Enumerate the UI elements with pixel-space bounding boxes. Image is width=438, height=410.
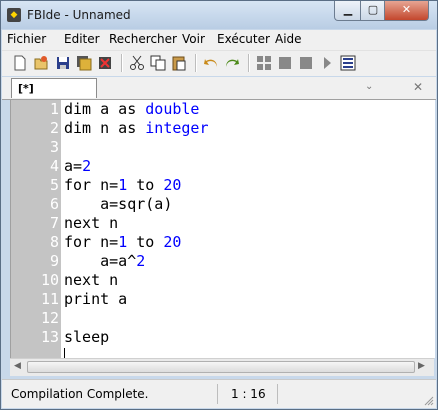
line-number: 7 bbox=[49, 214, 59, 232]
code-text: for n= bbox=[64, 233, 119, 251]
redo-icon[interactable] bbox=[224, 55, 240, 71]
number-token: 20 bbox=[163, 233, 182, 251]
tab-close-icon[interactable]: ✕ bbox=[413, 80, 423, 94]
status-divider bbox=[277, 384, 278, 404]
code-text: a=a^ bbox=[64, 252, 137, 270]
number-token: 2 bbox=[82, 157, 92, 175]
status-bar: Compilation Complete. 1 : 16 bbox=[2, 379, 436, 408]
code-text: dim n as bbox=[64, 119, 146, 137]
line-number: 13 bbox=[40, 328, 59, 346]
scroll-left-icon[interactable]: ◀ bbox=[14, 361, 21, 371]
compile-icon[interactable] bbox=[256, 55, 272, 71]
cut-icon[interactable] bbox=[129, 55, 145, 71]
code-text: to bbox=[127, 176, 164, 194]
line-number: 4 bbox=[49, 157, 59, 175]
ide-window: ◆ FBIde - Unnamed ▁ ▢ ✕ Fichier Editer R… bbox=[0, 0, 438, 410]
code-line[interactable]: for n=1 to 20 bbox=[64, 176, 181, 195]
tab-unnamed[interactable]: [*] Unnamed bbox=[11, 78, 97, 114]
code-line[interactable]: sleep bbox=[64, 328, 109, 347]
line-number: 2 bbox=[49, 119, 59, 137]
resize-grip-icon[interactable] bbox=[422, 394, 434, 406]
code-editor[interactable]: 1 dim a as double 2 dim n as integer 3 4 a=2 5 f… bbox=[10, 100, 435, 358]
menu-rechercher[interactable]: Rechercher bbox=[109, 32, 177, 46]
number-token: 2 bbox=[136, 252, 146, 270]
code-line[interactable]: dim a as double bbox=[64, 100, 199, 119]
code-text: dim a as bbox=[64, 100, 146, 118]
tab-strip: [*] Unnamed ⌄ ✕ bbox=[2, 77, 436, 114]
window-title: FBIde - Unnamed bbox=[27, 8, 131, 22]
line-number: 1 bbox=[49, 100, 59, 118]
tab-list-dropdown-icon[interactable]: ⌄ bbox=[365, 81, 373, 92]
close-file-icon[interactable] bbox=[97, 55, 113, 71]
keyword-token: double bbox=[145, 100, 200, 118]
run-icon[interactable] bbox=[298, 55, 314, 71]
app-icon: ◆ bbox=[7, 8, 21, 22]
new-file-icon[interactable] bbox=[12, 55, 28, 71]
code-text: print a bbox=[64, 290, 128, 308]
code-text: sleep bbox=[64, 328, 110, 346]
line-number: 5 bbox=[49, 176, 59, 194]
menu-editer[interactable]: Editer bbox=[64, 32, 100, 46]
code-text: for n= bbox=[64, 176, 119, 194]
line-number: 8 bbox=[49, 233, 59, 251]
menu-bar: Fichier Editer Rechercher Voir Exécuter … bbox=[2, 30, 436, 50]
keyword-token: integer bbox=[145, 119, 209, 137]
toolbar-separator bbox=[248, 54, 250, 72]
code-line[interactable]: a=sqr(a) bbox=[64, 195, 172, 214]
toolbar bbox=[2, 50, 436, 76]
save-all-icon[interactable] bbox=[76, 55, 92, 71]
scroll-right-icon[interactable]: ▶ bbox=[418, 361, 425, 371]
title-bar[interactable]: ◆ FBIde - Unnamed ▁ ▢ ✕ bbox=[1, 1, 437, 29]
scrollbar-thumb[interactable] bbox=[27, 361, 415, 373]
undo-icon[interactable] bbox=[203, 55, 219, 71]
open-file-icon[interactable] bbox=[33, 55, 49, 71]
line-number: 11 bbox=[40, 290, 59, 308]
code-text: to bbox=[127, 233, 164, 251]
save-icon[interactable] bbox=[55, 55, 71, 71]
paste-icon[interactable] bbox=[171, 55, 187, 71]
line-number: 3 bbox=[49, 138, 59, 156]
line-number: 9 bbox=[49, 252, 59, 270]
output-window-icon[interactable] bbox=[340, 55, 356, 71]
number-token: 20 bbox=[163, 176, 182, 194]
number-token: 1 bbox=[118, 176, 128, 194]
status-divider bbox=[217, 384, 218, 404]
close-button[interactable]: ✕ bbox=[384, 1, 429, 21]
code-line[interactable]: for n=1 to 20 bbox=[64, 233, 181, 252]
menu-voir[interactable]: Voir bbox=[182, 32, 205, 46]
horizontal-scrollbar[interactable]: ◀ ▶ bbox=[10, 358, 434, 376]
line-number: 6 bbox=[49, 195, 59, 213]
copy-icon[interactable] bbox=[150, 55, 166, 71]
menu-fichier[interactable]: Fichier bbox=[7, 32, 46, 46]
code-line[interactable]: a=a^2 bbox=[64, 252, 145, 271]
code-text: next n bbox=[64, 214, 119, 232]
code-text: a= bbox=[64, 157, 83, 175]
line-number: 10 bbox=[40, 271, 59, 289]
code-text: next n bbox=[64, 271, 119, 289]
toolbar-separator bbox=[121, 54, 123, 72]
code-line[interactable]: next n bbox=[64, 214, 118, 233]
compile-run-icon[interactable] bbox=[277, 55, 293, 71]
menu-executer[interactable]: Exécuter bbox=[217, 32, 270, 46]
line-number: 12 bbox=[40, 309, 59, 327]
toolbar-separator bbox=[195, 54, 197, 72]
quick-run-icon[interactable] bbox=[319, 55, 335, 71]
cursor-position: 1 : 16 bbox=[231, 387, 266, 401]
code-line[interactable]: a=2 bbox=[64, 157, 91, 176]
menu-aide[interactable]: Aide bbox=[275, 32, 302, 46]
minimize-button[interactable]: ▁ bbox=[334, 1, 362, 21]
number-token: 1 bbox=[118, 233, 128, 251]
maximize-button[interactable]: ▢ bbox=[360, 1, 386, 21]
text-cursor bbox=[64, 348, 65, 358]
status-message: Compilation Complete. bbox=[11, 387, 149, 401]
code-line[interactable]: dim n as integer bbox=[64, 119, 209, 138]
code-text: a=sqr(a) bbox=[64, 195, 173, 213]
code-line[interactable]: print a bbox=[64, 290, 127, 309]
code-line[interactable]: next n bbox=[64, 271, 118, 290]
